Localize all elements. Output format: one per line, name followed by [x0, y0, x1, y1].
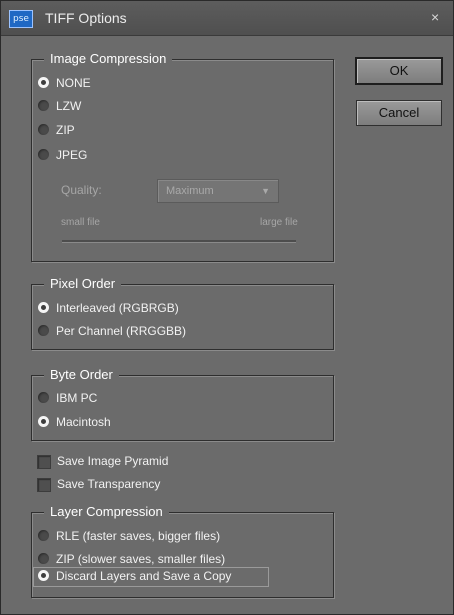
close-icon[interactable]: × — [431, 9, 439, 25]
cancel-button[interactable]: Cancel — [356, 100, 442, 126]
large-file-label: large file — [260, 217, 298, 228]
checkbox-box[interactable] — [37, 455, 51, 469]
quality-slider[interactable] — [62, 240, 296, 243]
image-compression-legend: Image Compression — [44, 50, 173, 68]
radio-lzw-label: LZW — [56, 99, 82, 113]
radio-button[interactable] — [38, 570, 49, 581]
radio-button[interactable] — [38, 553, 49, 564]
radio-button[interactable] — [38, 100, 49, 111]
radio-button[interactable] — [38, 149, 49, 160]
tiff-options-dialog: pse TIFF Options × OK Cancel Image Compr… — [0, 0, 454, 615]
radio-macintosh-label: Macintosh — [56, 415, 111, 429]
dialog-title: TIFF Options — [45, 10, 127, 26]
quality-label: Quality: — [61, 183, 102, 197]
small-file-label: small file — [61, 217, 100, 228]
radio-layer-zip-label: ZIP (slower saves, smaller files) — [56, 552, 226, 566]
radio-discard-layers-label: Discard Layers and Save a Copy — [56, 569, 232, 583]
chevron-down-icon: ▼ — [261, 186, 270, 196]
save-image-pyramid-label: Save Image Pyramid — [57, 454, 169, 468]
app-icon: pse — [9, 10, 33, 28]
radio-ibm-pc-label: IBM PC — [56, 391, 98, 405]
title-bar: pse TIFF Options × — [1, 1, 453, 36]
quality-select-value: Maximum — [166, 185, 214, 197]
radio-button[interactable] — [38, 124, 49, 135]
radio-button[interactable] — [38, 302, 49, 313]
radio-button[interactable] — [38, 325, 49, 336]
radio-button[interactable] — [38, 416, 49, 427]
byte-order-group: Byte Order — [31, 366, 334, 441]
radio-none-label: NONE — [56, 76, 91, 90]
layer-compression-legend: Layer Compression — [44, 503, 169, 521]
radio-interleaved-label: Interleaved (RGBRGB) — [56, 301, 179, 315]
pixel-order-legend: Pixel Order — [44, 275, 122, 293]
save-transparency-label: Save Transparency — [57, 477, 161, 491]
checkbox-box[interactable] — [37, 478, 51, 492]
radio-button[interactable] — [38, 392, 49, 403]
radio-jpeg-label: JPEG — [56, 148, 88, 162]
radio-per-channel-label: Per Channel (RRGGBB) — [56, 324, 187, 338]
radio-zip-label: ZIP — [56, 123, 75, 137]
radio-button[interactable] — [38, 530, 49, 541]
byte-order-legend: Byte Order — [44, 366, 119, 384]
pixel-order-group: Pixel Order — [31, 275, 334, 350]
radio-rle-label: RLE (faster saves, bigger files) — [56, 529, 221, 543]
quality-select[interactable]: Maximum ▼ — [157, 179, 279, 203]
radio-button[interactable] — [38, 77, 49, 88]
ok-button[interactable]: OK — [355, 57, 443, 85]
